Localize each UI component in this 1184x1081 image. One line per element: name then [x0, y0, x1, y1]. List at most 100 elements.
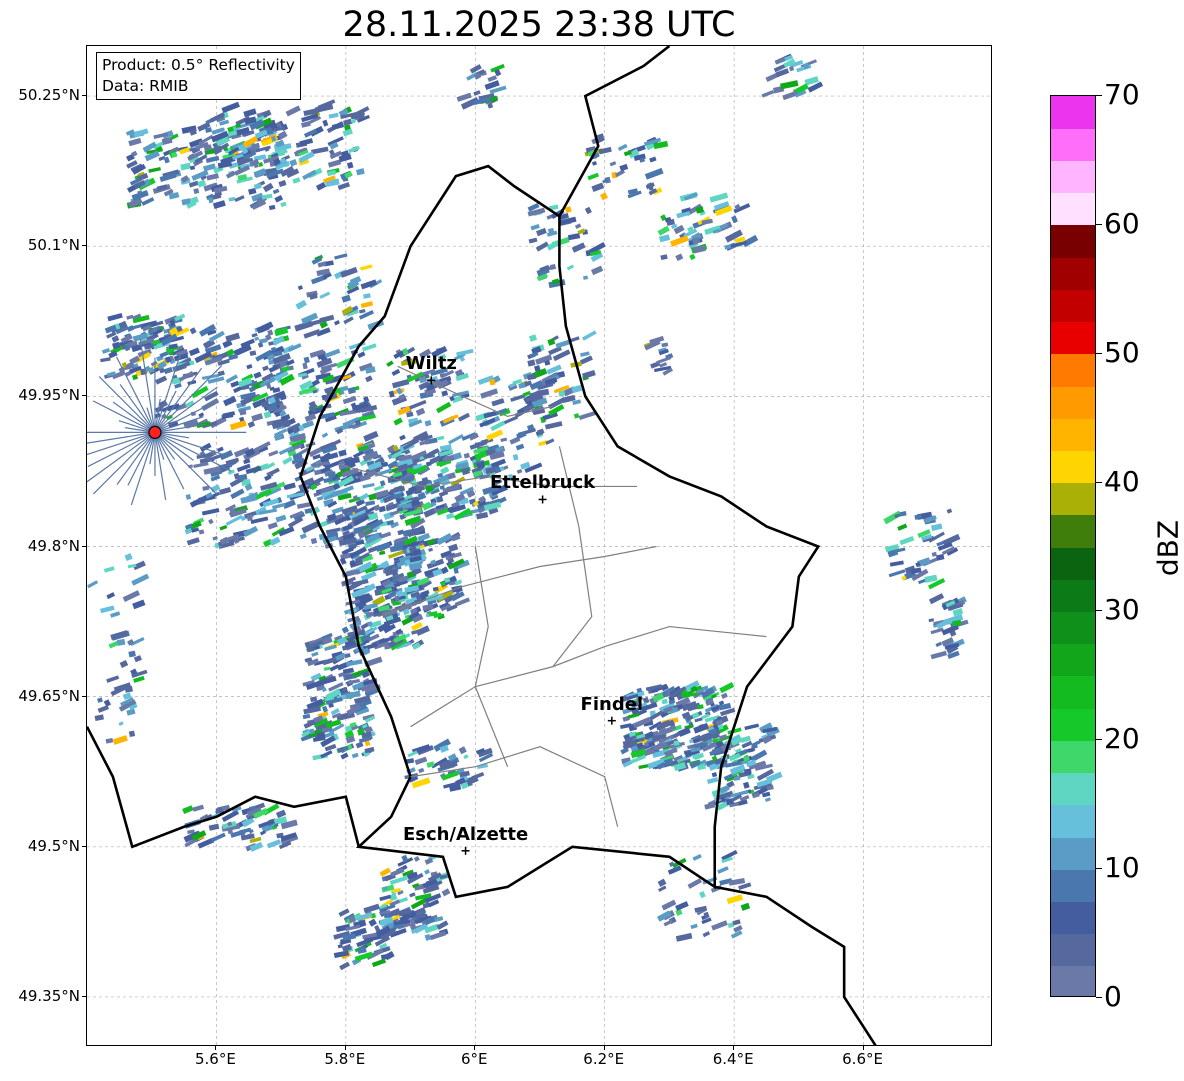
echo-cell [422, 603, 434, 611]
echo-cell [317, 261, 327, 268]
echo-cell [379, 894, 392, 902]
echo-cell [359, 492, 369, 501]
echo-cell [396, 387, 403, 395]
colorbar-segment [1051, 482, 1095, 516]
echo-cell [193, 188, 200, 194]
echo-cell [657, 885, 667, 892]
echo-cell [436, 920, 449, 930]
echo-cell [659, 234, 671, 243]
radar-spoke [116, 432, 156, 485]
echo-cell [617, 143, 628, 152]
echo-cell [692, 854, 702, 861]
echo-cell [928, 593, 945, 605]
echo-cell [243, 458, 251, 465]
echo-cell [702, 931, 711, 938]
echo-cell [889, 560, 904, 567]
echo-cell [192, 804, 205, 812]
echo-cell [362, 482, 375, 489]
echo-cell [360, 279, 378, 290]
echo-cell [107, 312, 123, 322]
lat-tick-mark [82, 995, 86, 997]
echo-cell [343, 118, 353, 126]
echo-cell [105, 737, 114, 744]
echo-cell [379, 550, 386, 556]
colorbar-tick-mark [1096, 352, 1102, 354]
echo-cell [619, 163, 629, 172]
echo-cell [342, 128, 353, 137]
echo-cell [480, 388, 499, 399]
echo-cell [295, 299, 308, 310]
echo-cell [201, 508, 220, 516]
echo-cell [528, 237, 538, 244]
echo-cell [587, 172, 599, 181]
echo-cell [249, 350, 257, 357]
colorbar-tick-label: 40 [1104, 464, 1140, 498]
echo-cell [217, 370, 225, 377]
echo-cell [632, 716, 652, 729]
colorbar-tick-mark [1096, 481, 1102, 483]
echo-cell [251, 413, 264, 422]
colorbar [1050, 95, 1096, 997]
echo-cell [930, 523, 943, 531]
colorbar-segment [1051, 192, 1095, 226]
echo-cell [899, 535, 915, 546]
echo-cell [415, 407, 426, 416]
echo-cell [148, 166, 161, 173]
echo-cell [110, 611, 121, 618]
lat-tick-label: 49.65°N [18, 686, 80, 705]
echo-cell [97, 705, 110, 713]
colorbar-segment [1051, 643, 1095, 677]
colorbar-tick-label: 50 [1104, 335, 1140, 369]
echo-cell [212, 200, 226, 210]
colorbar-segment [1051, 96, 1095, 129]
echo-cell [302, 420, 315, 429]
echo-cell [101, 347, 111, 354]
lat-tick-mark [82, 545, 86, 547]
echo-cell [303, 329, 321, 339]
echo-cell [163, 366, 173, 375]
echo-cell [339, 961, 351, 971]
radar-map[interactable]: Product: 0.5° Reflectivity Data: RMIB Wi… [86, 45, 992, 1046]
echo-cell [424, 869, 430, 875]
echo-cell [570, 336, 580, 343]
colorbar-tick-label: 60 [1104, 206, 1140, 240]
echo-cell [386, 360, 394, 367]
echo-cell [243, 525, 259, 537]
echo-cell [360, 571, 377, 581]
echo-cell [100, 357, 111, 363]
echo-cell [128, 137, 142, 147]
echo-cell [128, 730, 136, 737]
echo-cell [345, 659, 363, 667]
echo-cell [740, 902, 751, 911]
echo-cell [243, 108, 257, 118]
echo-cell [579, 355, 593, 365]
colorbar-tick-mark [1096, 223, 1102, 225]
echo-cell [689, 253, 696, 261]
echo-cell [584, 206, 592, 215]
echo-cell [346, 161, 354, 169]
echo-cell [368, 918, 377, 927]
echo-cell [591, 160, 598, 166]
echo-cell [363, 430, 379, 442]
lat-tick-label: 49.95°N [18, 386, 80, 405]
echo-cell [342, 524, 353, 532]
echo-cell [302, 362, 308, 370]
echo-cell [341, 626, 350, 634]
data-source-text: Data: RMIB [102, 77, 189, 95]
lat-tick-label: 49.5°N [27, 836, 80, 855]
echo-cell [347, 386, 356, 395]
echo-cell [510, 394, 526, 402]
echo-cell [267, 521, 278, 530]
echo-cell [761, 89, 775, 98]
echo-cell [363, 293, 371, 299]
echo-cell [946, 508, 953, 514]
echo-cell [230, 380, 240, 388]
border-france-germany [714, 885, 877, 1045]
echo-cell [436, 532, 453, 546]
echo-cell [656, 356, 672, 365]
echo-cell [272, 188, 280, 195]
echo-cell [528, 334, 538, 342]
echo-cell [310, 146, 329, 155]
echo-cell [663, 919, 674, 927]
echo-cell [208, 823, 220, 831]
